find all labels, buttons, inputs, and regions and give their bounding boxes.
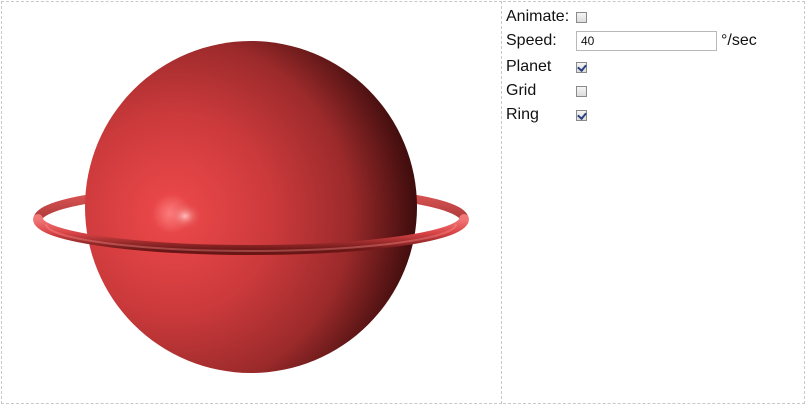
grid-label: Grid xyxy=(506,82,537,99)
animate-checkbox[interactable] xyxy=(576,11,587,23)
animate-row: Animate: xyxy=(506,6,587,28)
ring-row: Ring xyxy=(506,104,587,126)
planet-row: Planet xyxy=(506,56,587,78)
planet-scene xyxy=(33,41,469,373)
speed-unit: °/sec xyxy=(721,32,757,49)
speed-label: Speed: xyxy=(506,32,557,49)
render-canvas[interactable] xyxy=(1,1,502,404)
planet-label: Planet xyxy=(506,58,552,75)
speed-input[interactable] xyxy=(576,31,717,51)
speed-row: Speed: °/sec xyxy=(506,30,757,52)
controls-panel: Animate: Speed: °/sec Planet Grid Ring xyxy=(503,1,805,404)
animate-label: Animate: xyxy=(506,8,570,25)
grid-row: Grid xyxy=(506,80,587,102)
planet-checkbox[interactable] xyxy=(576,61,587,73)
grid-checkbox[interactable] xyxy=(576,85,587,97)
ring-label: Ring xyxy=(506,106,539,123)
ring-checkbox[interactable] xyxy=(576,109,587,121)
planet-sphere xyxy=(85,41,417,373)
app-frame: Animate: Speed: °/sec Planet Grid Ring xyxy=(0,0,806,406)
